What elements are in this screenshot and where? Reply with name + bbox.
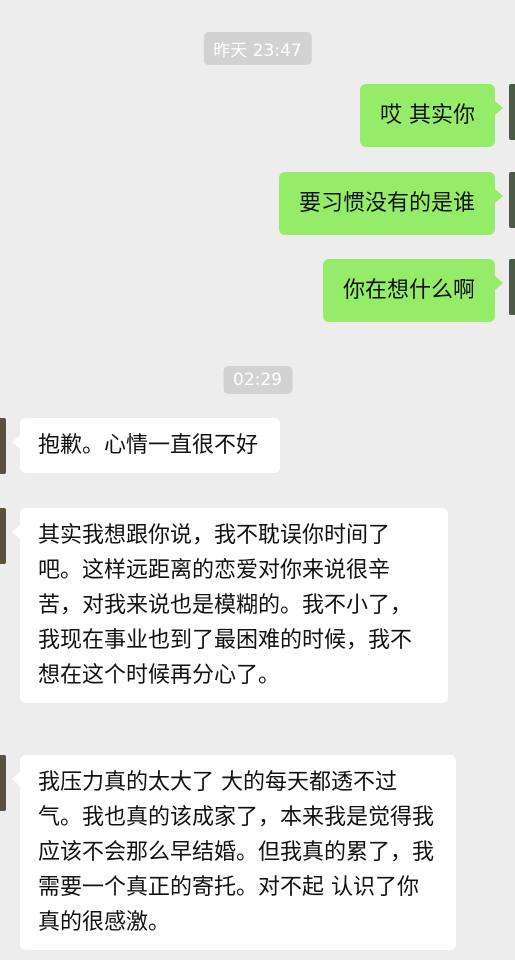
message-bubble: 抱歉。心情一直很不好 bbox=[11, 418, 281, 473]
message-bubble: 要习惯没有的是谁 bbox=[278, 172, 504, 235]
avatar[interactable] bbox=[509, 84, 515, 140]
avatar[interactable] bbox=[509, 259, 515, 315]
message-bubble: 我压力真的太大了 大的每天都透不过气。我也真的该成家了，本来我是觉得我应该不会那… bbox=[12, 755, 456, 950]
message-bubble: 哎 其实你 bbox=[360, 84, 503, 147]
timestamp-1: 昨天 23:47 bbox=[203, 32, 312, 65]
timestamp-2: 02:29 bbox=[223, 366, 292, 394]
message-bubble: 你在想什么啊 bbox=[322, 259, 504, 322]
avatar[interactable] bbox=[0, 418, 6, 474]
avatar[interactable] bbox=[509, 172, 515, 228]
avatar[interactable] bbox=[0, 755, 6, 811]
message-bubble: 其实我想跟你说，我不耽误你时间了吧。这样远距离的恋爱对你来说很辛苦，对我来说也是… bbox=[12, 508, 448, 703]
avatar[interactable] bbox=[0, 508, 6, 564]
